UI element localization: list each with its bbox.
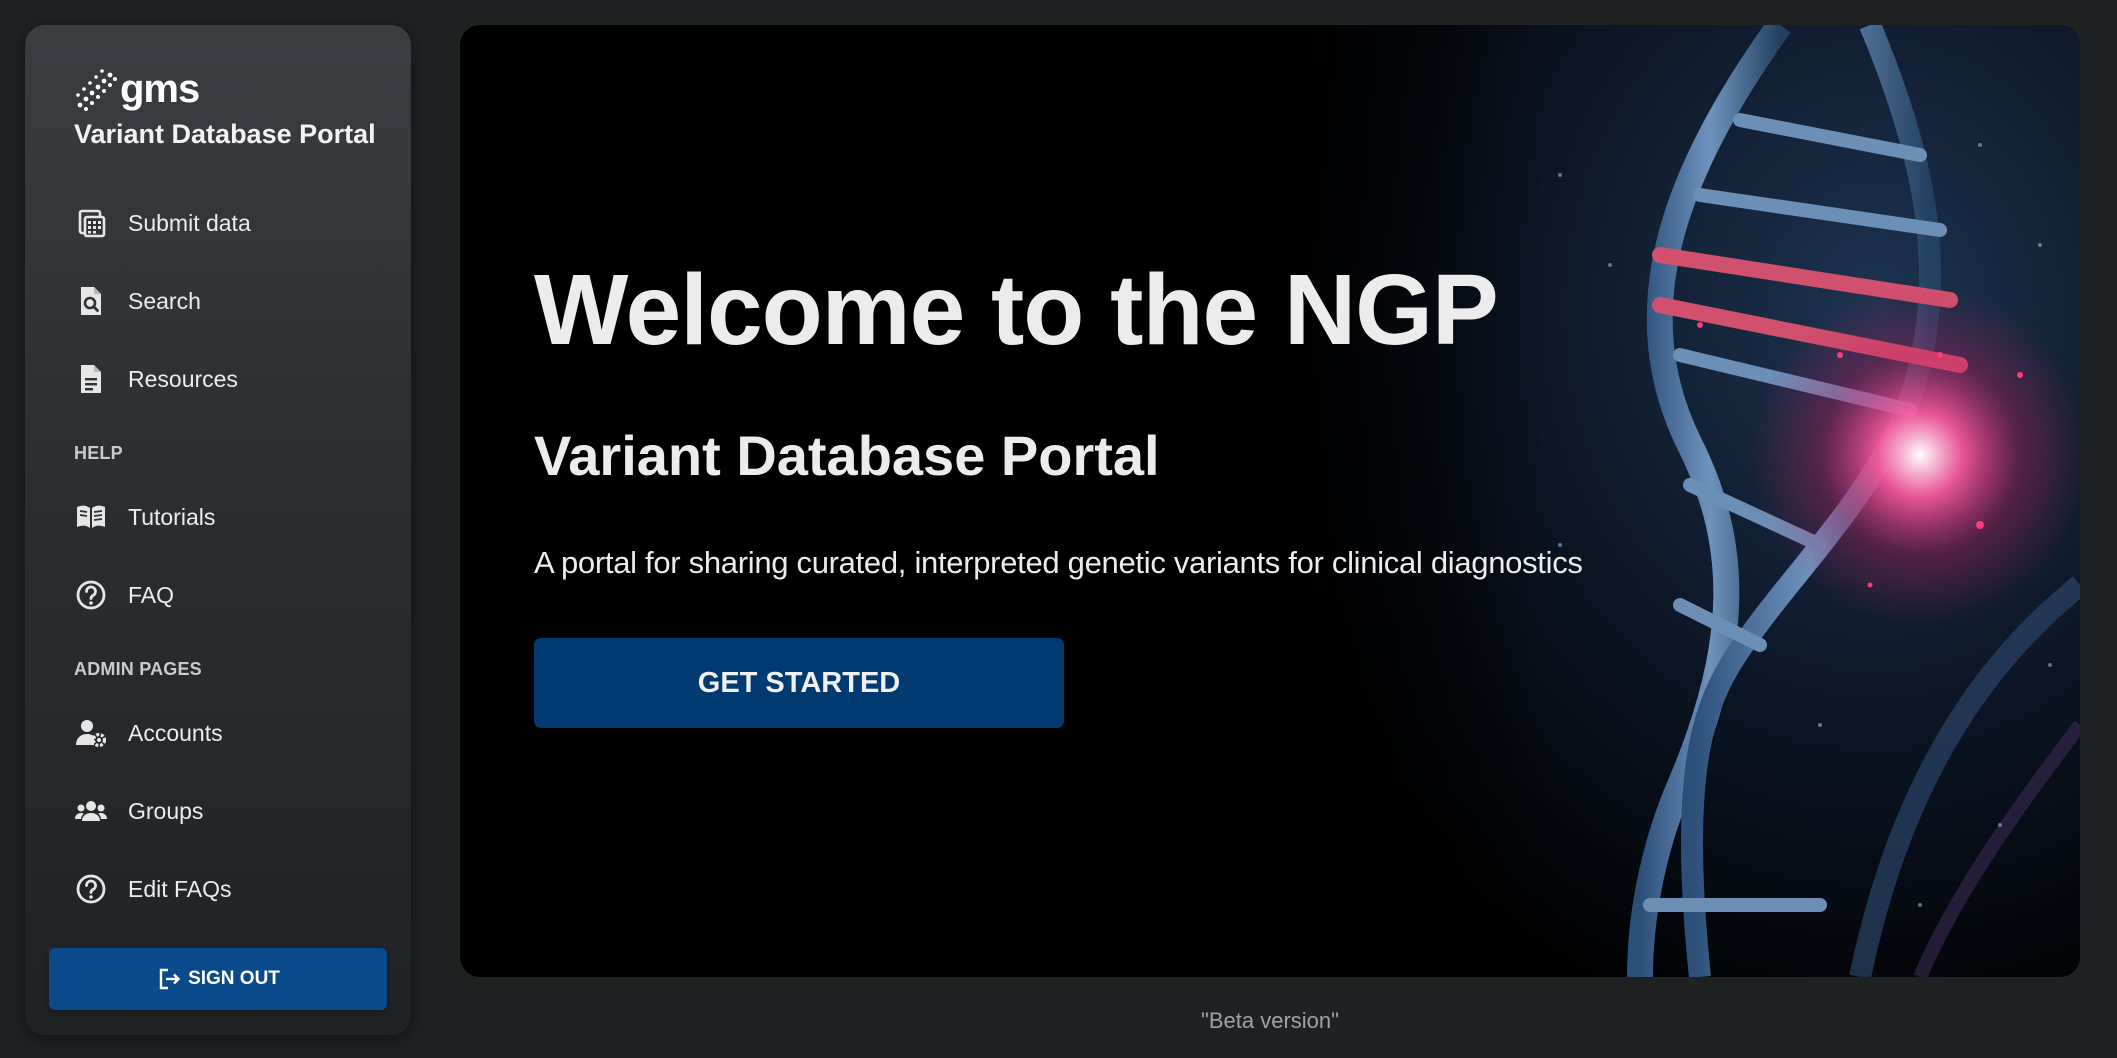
sidebar-item-label: Submit data (128, 209, 251, 236)
sidebar-item-tutorials[interactable]: Tutorials (74, 492, 384, 542)
hero-subtitle: Variant Database Portal (534, 424, 1160, 487)
sidebar-item-search[interactable]: Search (74, 276, 384, 326)
user-gear-icon (74, 716, 108, 750)
sidebar-item-label: Resources (128, 365, 238, 392)
logo-text: gms (120, 67, 200, 111)
sidebar-item-label: FAQ (128, 581, 175, 608)
gms-logo[interactable]: gms (74, 63, 376, 115)
sidebar-item-label: Tutorials (128, 503, 216, 530)
hero-banner: Welcome to the NGP Variant Database Port… (460, 25, 2080, 977)
document-icon (74, 362, 108, 396)
hero-description: A portal for sharing curated, interprete… (534, 545, 1583, 580)
sidebar-item-label: Edit FAQs (128, 875, 232, 902)
sidebar: gms Variant Database Portal Submit data … (25, 25, 411, 1035)
sidebar-item-label: Groups (128, 797, 204, 824)
get-started-button[interactable]: GET STARTED (534, 638, 1064, 728)
portal-title: Variant Database Portal (74, 119, 376, 149)
sidebar-item-submit-data[interactable]: Submit data (74, 198, 384, 248)
brand: gms Variant Database Portal (74, 63, 376, 150)
sign-out-button[interactable]: SIGN OUT (49, 948, 387, 1010)
users-icon (74, 794, 108, 828)
submit-data-icon (74, 206, 108, 240)
question-circle-icon (74, 578, 108, 612)
search-document-icon (74, 284, 108, 318)
hero-title: Welcome to the NGP (534, 254, 1499, 366)
gms-logo-icon (76, 69, 117, 111)
dna-helix-image (1260, 25, 2080, 977)
sidebar-item-label: Search (128, 287, 201, 314)
sign-out-icon (159, 968, 181, 990)
sign-out-label: SIGN OUT (188, 968, 280, 989)
sidebar-item-faq[interactable]: FAQ (74, 570, 384, 620)
sidebar-item-accounts[interactable]: Accounts (74, 708, 384, 758)
sidebar-item-edit-faqs[interactable]: Edit FAQs (74, 864, 384, 914)
get-started-label: GET STARTED (697, 666, 901, 699)
sidebar-item-label: Accounts (128, 719, 223, 746)
sidebar-item-resources[interactable]: Resources (74, 354, 384, 404)
sidebar-item-groups[interactable]: Groups (74, 786, 384, 836)
question-circle-icon (74, 872, 108, 906)
section-label-admin: ADMIN PAGES (74, 659, 202, 679)
beta-version-note: "Beta version" (1201, 1008, 1339, 1033)
section-label-help: HELP (74, 443, 123, 463)
book-icon (74, 500, 108, 534)
